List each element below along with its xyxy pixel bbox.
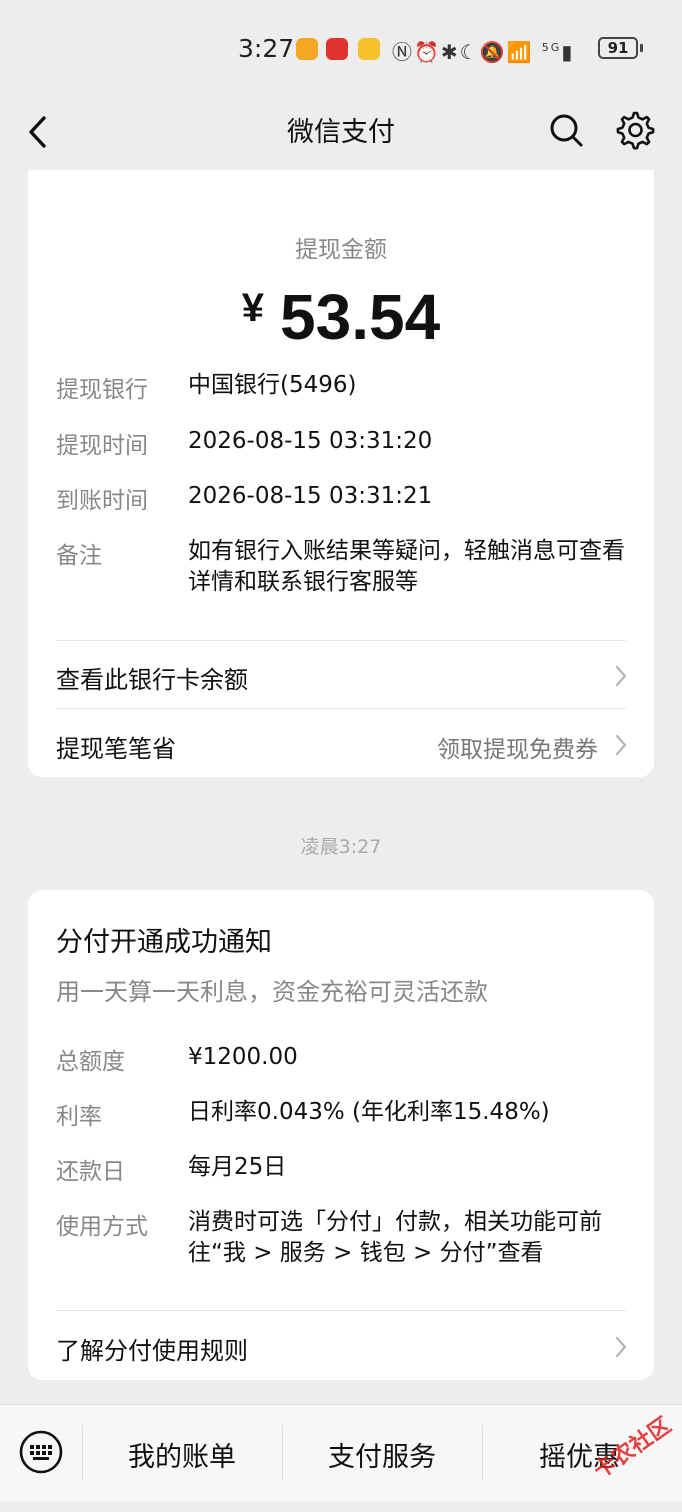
status-time: 3:27	[238, 34, 295, 63]
amount-value: ¥53.54	[28, 280, 654, 354]
separator	[482, 1425, 483, 1481]
remark-value: 如有银行入账结果等疑问，轻触消息可查看详情和联系银行客服等	[188, 538, 625, 595]
separator	[282, 1425, 283, 1481]
usage-label: 使用方式	[56, 1214, 148, 1240]
amount-label: 提现金额	[295, 237, 387, 263]
interest-rate-value: 日利率0.043% (年化利率15.48%)	[188, 1099, 550, 1125]
usage-value: 消费时可选「分付」付款，相关功能可前往“我 > 服务 > 钱包 > 分付”查看	[188, 1209, 602, 1266]
keyboard-icon[interactable]	[18, 1429, 64, 1475]
mail-notification-icon	[358, 38, 380, 60]
tab-my-bills[interactable]: 我的账单	[84, 1435, 280, 1474]
withdraw-saver-label: 提现笔笔省	[56, 735, 176, 763]
view-balance-link[interactable]: 查看此银行卡余额	[28, 642, 654, 708]
network-type-label: 5G	[541, 41, 562, 54]
chevron-right-icon	[615, 665, 627, 687]
arrival-time-label: 到账时间	[56, 488, 148, 514]
remark-label: 备注	[56, 543, 102, 569]
withdraw-time-label: 提现时间	[56, 433, 148, 459]
credit-limit-value: ¥1200.00	[188, 1044, 298, 1070]
divider	[56, 708, 626, 709]
amount-number: 53.54	[280, 281, 441, 353]
fenfu-subtitle: 用一天算一天利息，资金充裕可灵活还款	[56, 978, 488, 1006]
gear-icon[interactable]	[612, 108, 656, 152]
search-icon[interactable]	[546, 110, 586, 150]
interest-rate-label: 利率	[56, 1104, 102, 1130]
fenfu-title: 分付开通成功通知	[56, 927, 272, 958]
chevron-right-icon	[615, 1336, 627, 1358]
nav-bar: 微信支付	[0, 100, 682, 170]
fenfu-card[interactable]: 分付开通成功通知 用一天算一天利息，资金充裕可灵活还款 总额度 ¥1200.00…	[28, 890, 654, 1380]
view-balance-label: 查看此银行卡余额	[56, 666, 248, 694]
tab-payment-services[interactable]: 支付服务	[284, 1435, 480, 1474]
battery-tip	[640, 44, 643, 52]
withdraw-saver-link[interactable]: 提现笔笔省 领取提现免费券	[28, 711, 654, 777]
withdraw-time-value: 2026-08-15 03:31:20	[188, 428, 433, 454]
fenfu-rules-label: 了解分付使用规则	[56, 1337, 248, 1365]
currency-symbol: ¥	[241, 286, 265, 330]
message-timestamp: 凌晨3:27	[300, 836, 382, 858]
divider	[56, 640, 626, 641]
app-notification-icon	[326, 38, 348, 60]
separator	[82, 1425, 83, 1481]
system-status-icons: Ⓝ⏰✱☾🔕📶 5G▮	[392, 40, 575, 64]
free-coupon-label: 领取提现免费券	[437, 737, 598, 763]
chevron-right-icon	[615, 734, 627, 756]
status-bar: 3:27 Ⓝ⏰✱☾🔕📶 5G▮ 91	[0, 0, 682, 100]
withdraw-card[interactable]: 零钱提现已到账 提现金额 ¥53.54 提现银行 中国银行(5496) 提现时间…	[28, 150, 654, 777]
repayment-day-label: 还款日	[56, 1159, 125, 1185]
fenfu-rules-link[interactable]: 了解分付使用规则	[28, 1313, 654, 1379]
arrival-time-value: 2026-08-15 03:31:21	[188, 483, 433, 509]
bank-label: 提现银行	[56, 377, 148, 403]
credit-limit-label: 总额度	[56, 1049, 125, 1075]
battery-icon: 91	[598, 37, 638, 59]
bank-value: 中国银行(5496)	[188, 372, 357, 398]
repayment-day-value: 每月25日	[188, 1154, 287, 1180]
divider	[56, 1310, 626, 1311]
app-notification-icon	[296, 38, 318, 60]
